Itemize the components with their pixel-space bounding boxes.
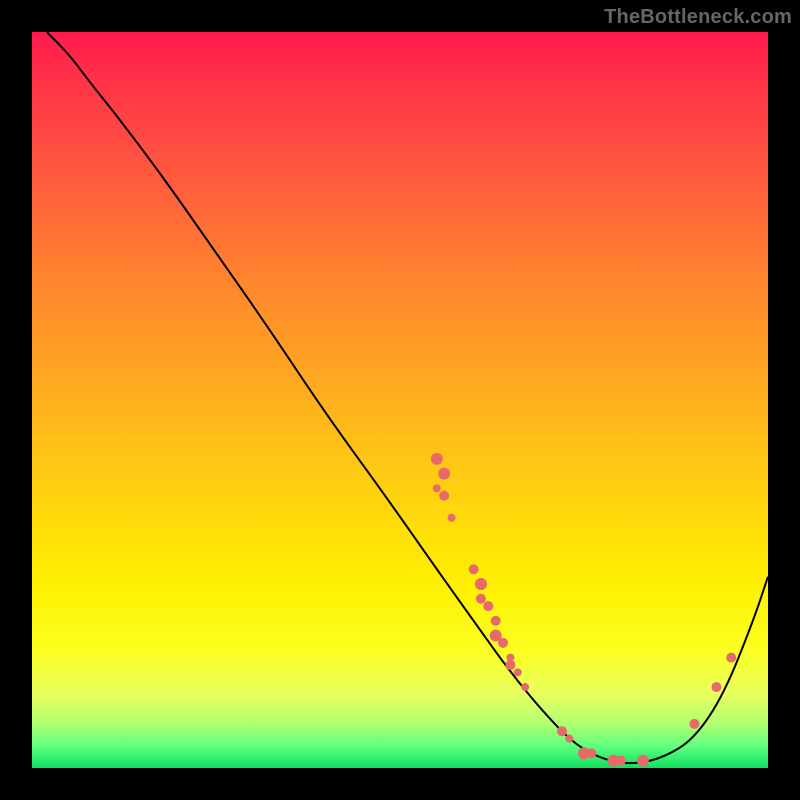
data-point	[469, 564, 479, 574]
data-point	[616, 756, 626, 766]
data-point	[498, 638, 508, 648]
data-point	[521, 683, 529, 691]
data-point	[726, 653, 736, 663]
plot-area	[32, 32, 768, 768]
data-point	[448, 514, 456, 522]
chart-svg	[32, 32, 768, 768]
data-point	[438, 468, 450, 480]
curve-line	[47, 32, 768, 763]
data-point	[433, 484, 441, 492]
data-point	[514, 668, 522, 676]
data-point	[689, 719, 699, 729]
data-point	[476, 594, 486, 604]
data-point	[586, 748, 596, 758]
data-point	[491, 616, 501, 626]
data-point	[431, 453, 443, 465]
data-point	[475, 578, 487, 590]
data-point	[637, 755, 649, 767]
data-point	[483, 601, 493, 611]
data-point	[439, 491, 449, 501]
data-point	[505, 660, 515, 670]
watermark-text: TheBottleneck.com	[604, 6, 792, 29]
data-point	[557, 726, 567, 736]
data-point	[711, 682, 721, 692]
data-point	[565, 735, 573, 743]
data-points	[431, 453, 736, 767]
